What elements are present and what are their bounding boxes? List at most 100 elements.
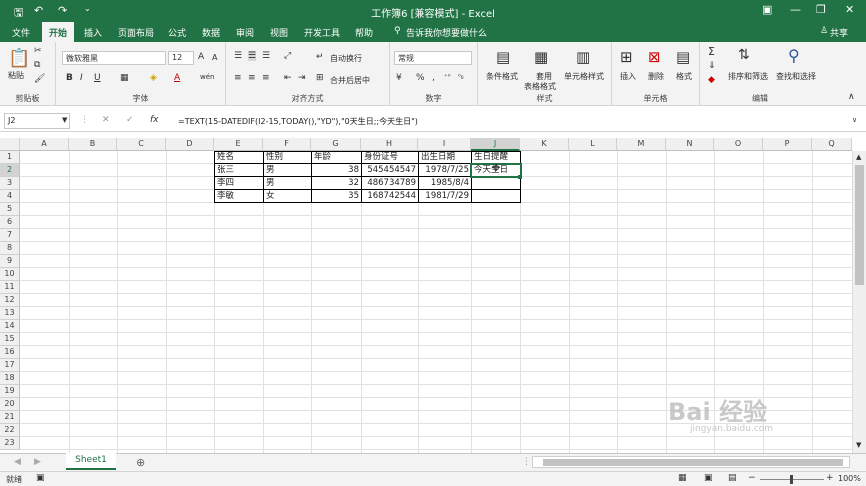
- fill-color-icon[interactable]: ◈: [150, 73, 157, 83]
- format-cells-button[interactable]: 格式: [676, 71, 692, 82]
- add-sheet-button[interactable]: ⊕: [136, 456, 145, 469]
- col-header[interactable]: O: [714, 138, 763, 151]
- align-bottom-icon[interactable]: ☰: [262, 51, 270, 61]
- table-cell[interactable]: 1978/7/25: [419, 164, 471, 177]
- enter-icon[interactable]: ✓: [126, 115, 134, 125]
- conditional-format-button[interactable]: 条件格式: [486, 71, 518, 82]
- row-header-selected[interactable]: 2: [0, 164, 20, 177]
- col-header[interactable]: K: [520, 138, 569, 151]
- increase-decimal-icon[interactable]: ⁺⁰: [444, 73, 451, 81]
- font-name-combo[interactable]: 微软雅黑: [62, 51, 166, 65]
- underline-button[interactable]: U: [94, 73, 101, 83]
- insert-function-button[interactable]: fx: [150, 115, 159, 125]
- shrink-font-icon[interactable]: A: [212, 53, 217, 62]
- table-cell[interactable]: 168742544: [362, 190, 418, 203]
- border-icon[interactable]: ▦: [120, 73, 129, 83]
- align-right-icon[interactable]: ≡: [262, 73, 270, 83]
- col-header[interactable]: E: [214, 138, 263, 151]
- wrap-text-button[interactable]: 自动换行: [330, 53, 362, 64]
- decrease-decimal-icon[interactable]: ⁰₀: [458, 73, 464, 81]
- cell-styles-icon[interactable]: ▥: [576, 48, 590, 66]
- sort-filter-button[interactable]: 排序和筛选: [728, 71, 768, 82]
- col-header-selected[interactable]: J: [471, 138, 520, 151]
- table-cell[interactable]: [472, 177, 520, 190]
- row-header[interactable]: 3: [0, 177, 20, 190]
- col-header[interactable]: I: [418, 138, 471, 151]
- fill-icon[interactable]: ⇓: [708, 61, 716, 71]
- table-cell[interactable]: 32: [312, 177, 361, 190]
- zoom-out-icon[interactable]: −: [748, 473, 756, 483]
- decrease-indent-icon[interactable]: ⇤: [284, 73, 292, 83]
- conditional-format-icon[interactable]: ▤: [496, 48, 510, 66]
- horizontal-scrollbar[interactable]: [532, 456, 850, 468]
- align-middle-icon[interactable]: ☰: [248, 51, 257, 61]
- minimize-icon[interactable]: —: [790, 3, 801, 16]
- page-layout-view-icon[interactable]: ▣: [704, 473, 713, 483]
- collapse-ribbon-icon[interactable]: ∧: [848, 92, 855, 102]
- select-all-corner[interactable]: [0, 138, 20, 151]
- share-icon[interactable]: ♙: [820, 26, 828, 36]
- table-header-cell[interactable]: 出生日期: [419, 151, 471, 164]
- row-header[interactable]: 8: [0, 242, 20, 255]
- row-header[interactable]: 1: [0, 151, 20, 164]
- cell-styles-button[interactable]: 单元格样式: [564, 71, 604, 82]
- bold-button[interactable]: B: [66, 73, 73, 83]
- tab-help[interactable]: 帮助: [355, 26, 373, 39]
- row-header[interactable]: 11: [0, 281, 20, 294]
- row-header[interactable]: 6: [0, 216, 20, 229]
- orientation-icon[interactable]: ⤢: [284, 51, 291, 61]
- row-header[interactable]: 23: [0, 437, 20, 450]
- row-header[interactable]: 19: [0, 385, 20, 398]
- table-cell[interactable]: 1981/7/29: [419, 190, 471, 203]
- table-cell[interactable]: 486734789: [362, 177, 418, 190]
- paste-icon[interactable]: 📋: [8, 48, 30, 69]
- tab-home[interactable]: 开始: [42, 22, 75, 42]
- insert-cells-icon[interactable]: ⊞: [620, 48, 633, 66]
- delete-cells-icon[interactable]: ⊠: [648, 48, 661, 66]
- find-select-icon[interactable]: ⚲: [788, 46, 800, 65]
- number-format-combo[interactable]: 常规: [394, 51, 472, 65]
- table-cell[interactable]: 李四: [215, 177, 263, 190]
- percent-button[interactable]: %: [416, 73, 425, 83]
- tab-formulas[interactable]: 公式: [168, 26, 186, 39]
- table-cell[interactable]: 35: [312, 190, 361, 203]
- scroll-up-icon[interactable]: ▲: [856, 153, 861, 161]
- ribbon-display-icon[interactable]: ▣: [762, 3, 772, 16]
- table-cell[interactable]: 男: [264, 177, 311, 190]
- clear-icon[interactable]: ◆: [708, 75, 715, 85]
- increase-indent-icon[interactable]: ⇥: [298, 73, 306, 83]
- insert-cells-button[interactable]: 插入: [620, 71, 636, 82]
- format-table-button-line2[interactable]: 表格格式: [524, 81, 556, 92]
- col-header[interactable]: B: [69, 138, 117, 151]
- autosum-icon[interactable]: Σ: [708, 45, 715, 58]
- col-header[interactable]: H: [361, 138, 418, 151]
- col-header[interactable]: N: [666, 138, 714, 151]
- fill-handle[interactable]: [518, 175, 522, 179]
- tab-page-layout[interactable]: 页面布局: [118, 26, 154, 39]
- align-left-icon[interactable]: ≡: [234, 73, 242, 83]
- comma-button[interactable]: ,: [432, 73, 435, 83]
- col-header[interactable]: F: [263, 138, 311, 151]
- table-cell[interactable]: 38: [312, 164, 361, 177]
- row-header[interactable]: 20: [0, 398, 20, 411]
- prev-sheet-icon[interactable]: ◀: [14, 457, 21, 467]
- macro-record-icon[interactable]: ▣: [36, 473, 45, 483]
- font-size-combo[interactable]: 12: [168, 51, 194, 65]
- delete-cells-button[interactable]: 删除: [648, 71, 664, 82]
- sort-filter-icon[interactable]: ⇅: [738, 47, 750, 63]
- row-header[interactable]: 10: [0, 268, 20, 281]
- scroll-thumb[interactable]: [855, 165, 864, 285]
- row-header[interactable]: 18: [0, 372, 20, 385]
- tab-developer[interactable]: 开发工具: [304, 26, 340, 39]
- grow-font-icon[interactable]: A: [198, 52, 204, 62]
- table-cell[interactable]: 张三: [215, 164, 263, 177]
- font-color-icon[interactable]: A: [174, 73, 180, 83]
- name-box-dropdown-icon[interactable]: ▼: [62, 116, 67, 124]
- scroll-down-icon[interactable]: ▼: [856, 441, 861, 449]
- row-header[interactable]: 9: [0, 255, 20, 268]
- page-break-view-icon[interactable]: ▤: [728, 473, 737, 483]
- phonetic-icon[interactable]: wén: [200, 73, 214, 81]
- cut-icon[interactable]: ✂: [34, 46, 42, 56]
- table-cell[interactable]: [472, 190, 520, 203]
- tab-view[interactable]: 视图: [270, 26, 288, 39]
